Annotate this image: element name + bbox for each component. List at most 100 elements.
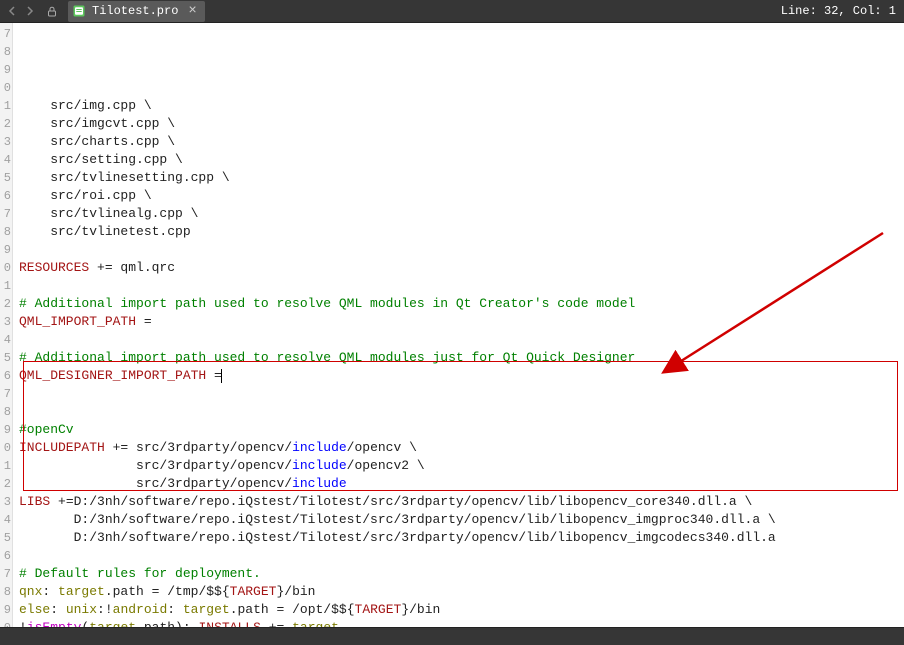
code-token: :: [50, 602, 66, 617]
gutter-line-number: 9: [0, 241, 11, 259]
code-line[interactable]: src/img.cpp \: [19, 97, 900, 115]
tab-close-icon[interactable]: ×: [188, 5, 196, 17]
gutter-line-number: 3: [0, 313, 11, 331]
code-line[interactable]: INCLUDEPATH += src/3rdparty/opencv/inclu…: [19, 439, 900, 457]
code-token: src/tvlinetest.cpp: [19, 224, 191, 239]
code-token: .path = /tmp/$${: [105, 584, 230, 599]
code-line[interactable]: src/tvlinesetting.cpp \: [19, 169, 900, 187]
gutter-line-number: 7: [0, 565, 11, 583]
code-token: QML_DESIGNER_IMPORT_PATH: [19, 368, 206, 383]
code-line[interactable]: # Additional import path used to resolve…: [19, 349, 900, 367]
gutter-line-number: 4: [0, 331, 11, 349]
code-token: # Additional import path used to resolve…: [19, 296, 635, 311]
code-line[interactable]: src/3rdparty/opencv/include: [19, 475, 900, 493]
code-token: # Default rules for deployment.: [19, 566, 261, 581]
gutter-line-number: 5: [0, 529, 11, 547]
code-line[interactable]: src/setting.cpp \: [19, 151, 900, 169]
code-token: src/3rdparty/opencv/: [19, 458, 292, 473]
code-token: src/charts.cpp \: [19, 134, 175, 149]
gutter-line-number: 0: [0, 259, 11, 277]
code-line[interactable]: QML_IMPORT_PATH =: [19, 313, 900, 331]
code-token: isEmpty: [27, 620, 82, 627]
code-token: #openCv: [19, 422, 74, 437]
gutter-line-number: 2: [0, 475, 11, 493]
gutter-line-number: 2: [0, 295, 11, 313]
code-token: TARGET: [230, 584, 277, 599]
code-line[interactable]: qnx: target.path = /tmp/$${TARGET}/bin: [19, 583, 900, 601]
tab-title: Tilotest.pro: [92, 4, 178, 18]
gutter-line-number: 1: [0, 277, 11, 295]
code-token: include: [292, 458, 347, 473]
code-line[interactable]: QML_DESIGNER_IMPORT_PATH =: [19, 367, 900, 385]
code-line[interactable]: [19, 385, 900, 403]
code-token: +=D:/3nh/software/repo.iQstest/Tilotest/…: [50, 494, 752, 509]
code-line[interactable]: else: unix:!android: target.path = /opt/…: [19, 601, 900, 619]
code-line[interactable]: [19, 241, 900, 259]
code-line[interactable]: D:/3nh/software/repo.iQstest/Tilotest/sr…: [19, 511, 900, 529]
code-token: src/tvlinealg.cpp \: [19, 206, 198, 221]
code-token: include: [292, 440, 347, 455]
gutter-line-number: 9: [0, 61, 11, 79]
code-line[interactable]: src/tvlinealg.cpp \: [19, 205, 900, 223]
gutter-line-number: 7: [0, 385, 11, 403]
code-token: D:/3nh/software/repo.iQstest/Tilotest/sr…: [19, 530, 776, 545]
code-line[interactable]: [19, 277, 900, 295]
code-editor[interactable]: src/img.cpp \ src/imgcvt.cpp \ src/chart…: [13, 23, 904, 627]
code-token: += src/3rdparty/opencv/: [105, 440, 292, 455]
code-line[interactable]: [19, 331, 900, 349]
code-token: .path):: [136, 620, 198, 627]
code-line[interactable]: LIBS +=D:/3nh/software/repo.iQstest/Tilo…: [19, 493, 900, 511]
gutter-line-number: 6: [0, 187, 11, 205]
code-line[interactable]: D:/3nh/software/repo.iQstest/Tilotest/sr…: [19, 529, 900, 547]
gutter-line-number: 0: [0, 619, 11, 627]
code-token: LIBS: [19, 494, 50, 509]
gutter-line-number: 3: [0, 493, 11, 511]
code-line[interactable]: src/3rdparty/opencv/include/opencv2 \: [19, 457, 900, 475]
code-token: :!: [97, 602, 113, 617]
code-line[interactable]: # Additional import path used to resolve…: [19, 295, 900, 313]
gutter-line-number: 9: [0, 601, 11, 619]
editor-area: 78901234567890123456789012345678901 src/…: [0, 23, 904, 627]
gutter-line-number: 8: [0, 583, 11, 601]
code-token: # Additional import path used to resolve…: [19, 350, 635, 365]
code-token: /opencv2 \: [347, 458, 425, 473]
code-line[interactable]: src/imgcvt.cpp \: [19, 115, 900, 133]
nav-forward-icon[interactable]: [22, 3, 38, 19]
code-token: TARGET: [355, 602, 402, 617]
code-token: =: [206, 368, 222, 383]
code-token: target: [58, 584, 105, 599]
gutter-line-number: 1: [0, 97, 11, 115]
code-line[interactable]: [19, 403, 900, 421]
gutter-line-number: 0: [0, 79, 11, 97]
code-token: android: [113, 602, 168, 617]
gutter-line-number: 9: [0, 421, 11, 439]
code-line[interactable]: RESOURCES += qml.qrc: [19, 259, 900, 277]
code-line[interactable]: !isEmpty(target.path): INSTALLS += targe…: [19, 619, 900, 627]
nav-back-icon[interactable]: [4, 3, 20, 19]
gutter-line-number: 8: [0, 43, 11, 61]
code-token: src/setting.cpp \: [19, 152, 183, 167]
gutter-line-number: 2: [0, 115, 11, 133]
gutter-line-number: 6: [0, 547, 11, 565]
gutter-line-number: 3: [0, 133, 11, 151]
code-line[interactable]: src/tvlinetest.cpp: [19, 223, 900, 241]
code-line[interactable]: # Default rules for deployment.: [19, 565, 900, 583]
gutter-line-number: 6: [0, 367, 11, 385]
code-token: include: [292, 476, 347, 491]
code-token: }/bin: [401, 602, 440, 617]
code-line[interactable]: src/roi.cpp \: [19, 187, 900, 205]
gutter-line-number: 8: [0, 223, 11, 241]
gutter-line-number: 4: [0, 151, 11, 169]
code-token: target: [292, 620, 339, 627]
code-line[interactable]: src/charts.cpp \: [19, 133, 900, 151]
gutter-line-number: 7: [0, 25, 11, 43]
gutter-line-number: 4: [0, 511, 11, 529]
file-tab[interactable]: Tilotest.pro ×: [68, 1, 205, 22]
cursor-position-label: Line: 32, Col: 1: [781, 4, 900, 18]
code-token: .path = /opt/$${: [230, 602, 355, 617]
gutter-line-number: 5: [0, 349, 11, 367]
code-token: }/bin: [276, 584, 315, 599]
code-token: INCLUDEPATH: [19, 440, 105, 455]
code-line[interactable]: #openCv: [19, 421, 900, 439]
code-line[interactable]: [19, 547, 900, 565]
